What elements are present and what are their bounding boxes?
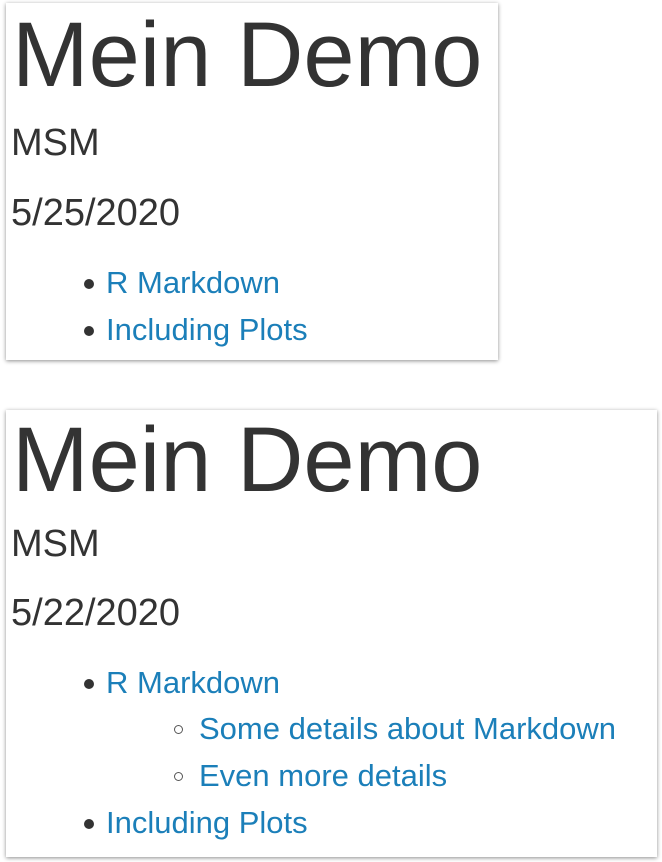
document-title: Mein Demo	[12, 4, 483, 106]
toc-link-r-markdown[interactable]: R Markdown	[84, 665, 280, 700]
circle-bullet-icon	[174, 725, 183, 734]
toc-link-label[interactable]: Some details about Markdown	[199, 711, 616, 746]
document-date: 5/25/2020	[11, 192, 181, 234]
bullet-icon	[84, 326, 94, 336]
document-date: 5/22/2020	[11, 592, 181, 634]
toc-link-including-plots[interactable]: Including Plots	[84, 312, 308, 347]
document-author: MSM	[11, 523, 100, 565]
toc-link-label[interactable]: Including Plots	[106, 312, 308, 347]
toc-link-even-more-details[interactable]: Even more details	[174, 758, 447, 793]
toc-link-label[interactable]: R Markdown	[106, 265, 280, 300]
toc-link-including-plots[interactable]: Including Plots	[84, 805, 308, 840]
toc-link-label[interactable]: Even more details	[199, 758, 447, 793]
toc-link-label[interactable]: R Markdown	[106, 665, 280, 700]
toc-link-r-markdown[interactable]: R Markdown	[84, 265, 280, 300]
bullet-icon	[84, 819, 94, 829]
bullet-icon	[84, 679, 94, 689]
document-preview-2: Mein Demo MSM 5/22/2020 R Markdown Some …	[6, 410, 657, 857]
document-author: MSM	[11, 122, 100, 164]
circle-bullet-icon	[174, 772, 183, 781]
bullet-icon	[84, 279, 94, 289]
toc-link-some-details[interactable]: Some details about Markdown	[174, 711, 616, 746]
document-title: Mein Demo	[12, 409, 483, 511]
document-preview-1: Mein Demo MSM 5/25/2020 R Markdown Inclu…	[6, 3, 498, 360]
toc-link-label[interactable]: Including Plots	[106, 805, 308, 840]
